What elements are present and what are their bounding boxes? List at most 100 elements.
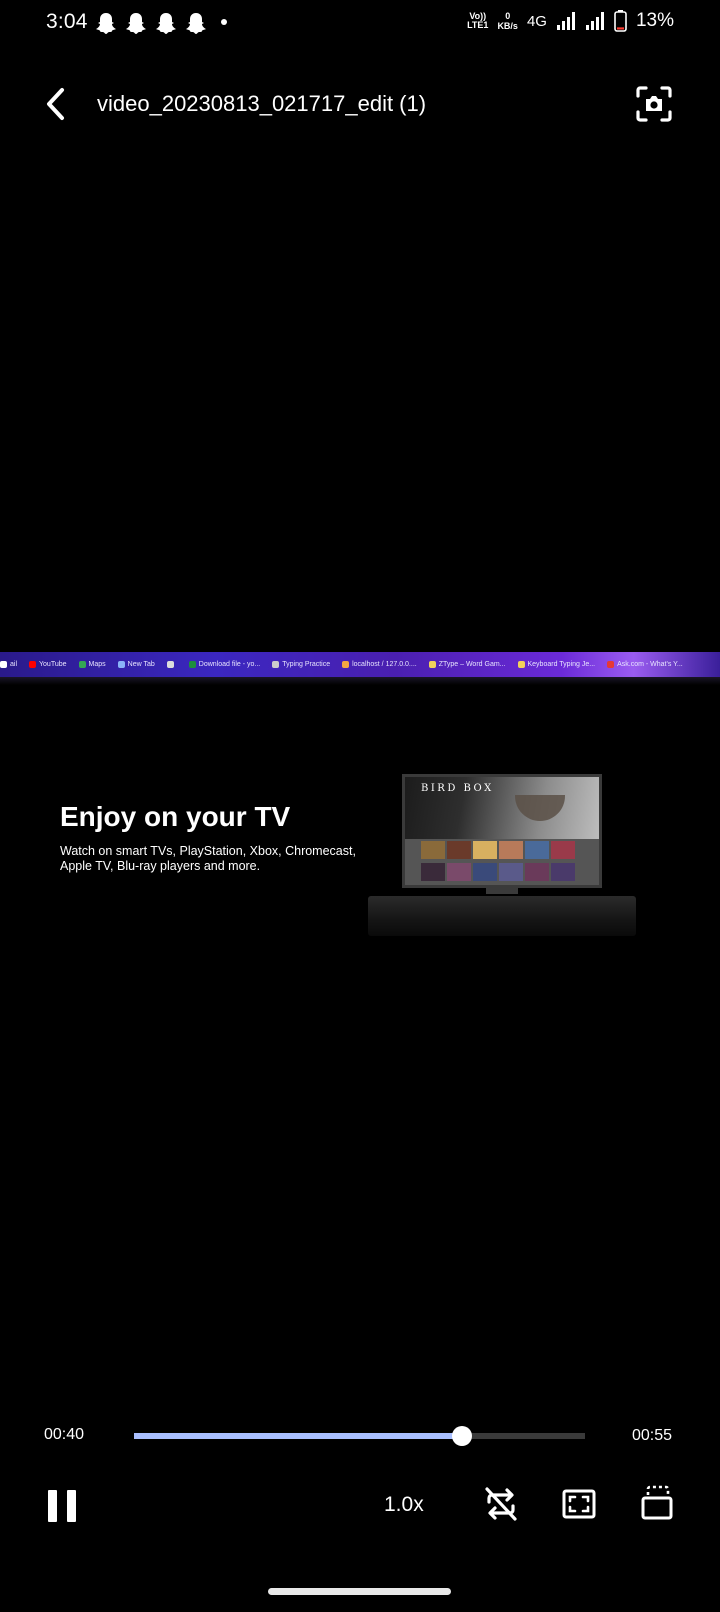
video-frame[interactable]: ail YouTube Maps New Tab Download file - yo.… [0,652,720,952]
tv-illustration: BIRD BOX [368,774,636,939]
back-button[interactable] [38,84,72,124]
playback-speed-button[interactable]: 1.0x [384,1493,424,1517]
tv-show-title: BIRD BOX [421,783,494,794]
repeat-off-button[interactable] [482,1485,520,1523]
status-time: 3:04 [46,10,88,33]
thumbnail [447,841,471,859]
total-time: 00:55 [632,1427,673,1444]
bookmark-label: Typing Practice [282,661,331,668]
back-arrow-icon [47,88,64,120]
thumbnail [473,863,497,881]
seek-progress [134,1433,462,1439]
battery-percent: 13% [635,10,674,31]
bookmark-favicon-icon [428,661,436,668]
seek-thumb[interactable] [451,1426,472,1446]
bookmark-favicon-icon [117,661,125,668]
bookmark-label: ail [10,661,18,668]
tv-base [486,888,518,894]
snapchat-icon [186,13,206,34]
home-indicator[interactable] [268,1588,451,1595]
promo-heading: Enjoy on your TV [60,801,291,832]
volte-bottom-label: LTE1 [467,20,489,30]
net-speed-indicator: 0 KB/s [497,11,518,31]
video-title: video_20230813_021717_edit (1) [97,91,427,116]
browser-bookmarks-bar: ail YouTube Maps New Tab Download file - yo.… [0,652,720,677]
rotate-screen-button[interactable] [638,1483,676,1523]
bookmark-item: Keyboard Typing Je... [517,661,596,668]
bookmark-item: localhost / 127.0.0.... [342,661,417,668]
volte-indicator: Vo)) LTE1 [467,12,488,30]
pause-button[interactable] [46,1486,78,1526]
bookmark-favicon-icon [29,661,37,668]
bookmark-favicon-icon [0,661,7,668]
bookmark-favicon-icon [188,661,196,668]
more-notifications-dot [221,19,227,25]
thumbnail [421,863,445,881]
thumbnail [525,841,549,859]
screenshot-icon [636,86,672,122]
rotate-screen-icon [641,1485,673,1520]
net-speed-unit: KB/s [497,21,518,31]
bookmark-item [166,661,177,668]
thumbnail [525,863,549,881]
net-speed-value: 0 [505,11,511,21]
bookmark-item: ZType – Word Gam... [428,661,506,668]
signal-strength-icon [585,12,604,30]
snapchat-icon [96,13,116,34]
tv-screen: BIRD BOX [402,774,602,888]
thumbnail [447,863,471,881]
player-controls: 1.0x [0,1481,720,1531]
status-bar: 3:04 Vo)) LTE1 0 KB/s 4G 13% [0,0,720,48]
pause-icon [67,1490,76,1522]
bookmark-label: ZType – Word Gam... [438,661,506,668]
thumbnail [551,841,575,859]
thumbnail [473,841,497,859]
bookmark-label: Download file - yo... [198,661,261,668]
bookmarks-bar-shadow [0,677,720,685]
promo-description: Watch on smart TVs, PlayStation, Xbox, C… [60,844,356,873]
bookmark-label: localhost / 127.0.0.... [352,661,417,668]
battery-icon [614,10,627,32]
snapchat-icon [156,13,176,34]
bookmark-favicon-icon [607,661,615,668]
notification-icons [96,12,206,34]
player-header: video_20230813_021717_edit (1) [0,80,720,136]
thumbnail [499,841,523,859]
bookmark-favicon-icon [166,661,174,668]
signal-strength-icon [556,12,575,30]
bookmark-favicon-icon [78,661,86,668]
repeat-off-icon [485,1487,517,1521]
bookmark-item: Download file - yo... [188,661,261,668]
seek-bar[interactable] [134,1426,585,1446]
bookmark-favicon-icon [517,661,525,668]
current-time: 00:40 [44,1426,85,1443]
fit-screen-icon [562,1489,596,1519]
pause-icon [48,1490,57,1522]
bookmark-label: Ask.com - What's Y... [617,661,683,668]
network-type: 4G [526,12,547,30]
system-status: Vo)) LTE1 0 KB/s 4G 13% [467,10,674,32]
bookmark-item: Ask.com - What's Y... [607,661,683,668]
tv-thumbnail-row [421,863,575,881]
thumbnail [499,863,523,881]
bookmark-item: Maps [78,661,106,668]
bookmark-item: YouTube [29,661,67,668]
bookmark-label: YouTube [39,661,67,668]
bookmark-label: New Tab [127,661,155,668]
bookmark-item: Typing Practice [272,661,330,668]
tv-stand [368,896,636,936]
thumbnail [551,863,575,881]
bookmark-item: New Tab [117,661,155,668]
screenshot-button[interactable] [632,82,676,126]
aspect-ratio-button[interactable] [560,1485,598,1523]
bookmark-label: Keyboard Typing Je... [527,661,596,668]
snapchat-icon [126,13,146,34]
bookmark-favicon-icon [272,661,280,668]
tv-thumbnail-row [421,841,575,859]
thumbnail [421,841,445,859]
bookmark-label: Maps [88,661,106,668]
bookmark-item: ail [0,661,17,668]
boat-image [515,795,565,821]
bookmark-favicon-icon [342,661,350,668]
tv-hero-image: BIRD BOX [405,777,599,839]
